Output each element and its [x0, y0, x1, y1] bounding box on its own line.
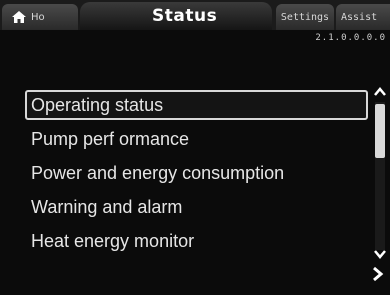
menu-item-label: Heat energy monitor — [31, 230, 195, 251]
tab-bar: Ho Status Settings Assist — [0, 0, 390, 30]
menu-item-heat-energy-monitor[interactable]: Heat energy monitor — [25, 226, 368, 256]
home-icon — [12, 11, 26, 23]
chevron-up-icon[interactable] — [372, 86, 388, 100]
chevron-right-icon[interactable] — [370, 266, 386, 284]
tab-assist-label: Assist — [341, 11, 378, 23]
menu-item-label: Warning and alarm — [31, 196, 183, 217]
status-menu: Operating status Pump perf ormance Power… — [25, 90, 370, 260]
chevron-down-icon[interactable] — [372, 248, 388, 262]
menu-item-power-energy-consumption[interactable]: Power and energy consumption — [25, 158, 368, 188]
menu-item-label: Operating status — [31, 94, 164, 115]
tab-settings[interactable]: Settings — [276, 4, 334, 30]
tab-assist[interactable]: Assist — [336, 4, 390, 30]
menu-item-warning-alarm[interactable]: Warning and alarm — [25, 192, 368, 222]
menu-item-pump-performance[interactable]: Pump perf ormance — [25, 124, 368, 154]
menu-item-label: Pump perf ormance — [31, 128, 190, 149]
tab-status[interactable]: Status — [80, 2, 272, 30]
menu-item-label: Power and energy consumption — [31, 162, 285, 183]
scroll-thumb[interactable] — [375, 104, 385, 158]
tab-status-label: Status — [152, 6, 218, 26]
menu-scrollbar[interactable] — [372, 86, 388, 264]
tab-home[interactable]: Ho — [2, 4, 78, 30]
menu-item-operating-status[interactable]: Operating status — [25, 90, 368, 120]
firmware-version: 2.1.0.0.0.0 — [315, 33, 386, 43]
tab-home-label: Ho — [31, 11, 45, 23]
tab-settings-label: Settings — [280, 11, 330, 23]
